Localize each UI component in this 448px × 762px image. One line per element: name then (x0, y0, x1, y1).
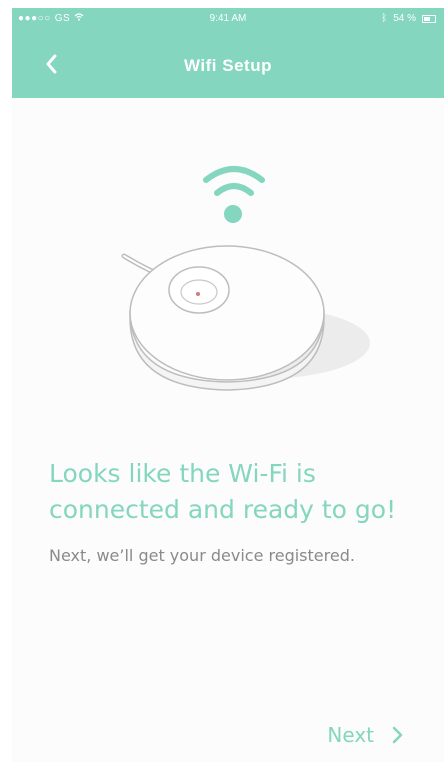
wifi-icon (203, 166, 265, 223)
chevron-right-icon (392, 726, 403, 744)
page-title: Wifi Setup (184, 56, 272, 75)
headline-line-1: Looks like the Wi-Fi is (49, 459, 316, 488)
success-headline: Looks like the Wi-Fi is connected and re… (49, 456, 429, 528)
next-button[interactable]: Next (327, 723, 404, 747)
instruction-text: Next, we’ll get your device registered. (49, 546, 355, 565)
battery-percent: 54 % (393, 13, 416, 24)
status-time: 9:41 AM (209, 13, 247, 24)
headline-line-2: connected and ready to go! (49, 495, 397, 524)
next-label: Next (327, 723, 374, 747)
status-bar: ●●●○○ GS 9:41 AM ᛒ 54 % (12, 8, 444, 30)
phone-screen: ●●●○○ GS 9:41 AM ᛒ 54 % Wifi Setup Looks… (12, 8, 444, 762)
status-right: ᛒ 54 % (381, 13, 436, 24)
battery-icon (422, 14, 436, 23)
device-illustration (121, 166, 370, 391)
navigation-bar: Wifi Setup (12, 30, 444, 98)
bluetooth-icon: ᛒ (381, 13, 388, 24)
main-content: Looks like the Wi-Fi is connected and re… (12, 98, 444, 762)
